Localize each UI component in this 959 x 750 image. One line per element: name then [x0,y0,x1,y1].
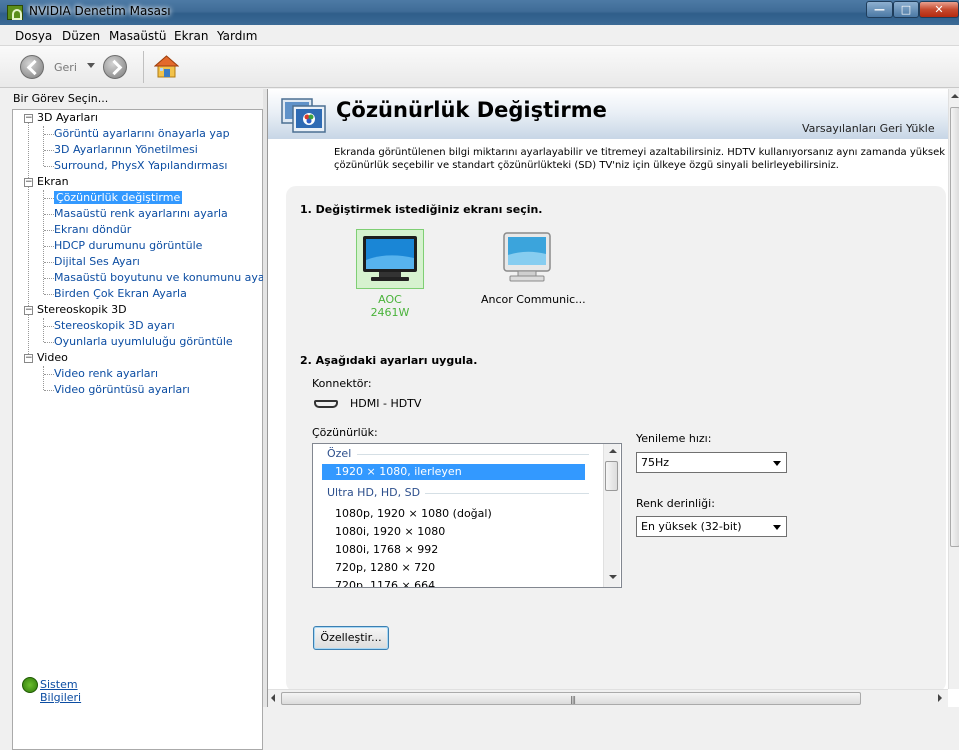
hdmi-icon [314,400,338,408]
tree-item-hdcp-status[interactable]: HDCP durumunu görüntüle [54,238,202,254]
tree-category-video[interactable]: Video [37,350,68,366]
close-button[interactable]: ✕ [919,1,959,18]
collapse-icon[interactable]: − [24,178,33,187]
resolution-list-scrollbar[interactable] [603,444,620,587]
connector-label: Konnektör: [312,377,372,390]
content-vertical-scrollbar[interactable] [948,89,959,689]
back-dropdown-icon[interactable] [87,63,95,68]
chevron-down-icon [773,461,781,466]
monitor-icon [363,236,417,281]
scroll-thumb[interactable]: ||| [281,692,861,705]
scroll-up-icon[interactable] [609,449,617,453]
tree-category-stereoscopic-3d[interactable]: Stereoskopik 3D [37,302,127,318]
tree-item-image-settings-preview[interactable]: Görüntü ayarlarını önayarla yap [54,126,230,142]
toolbar-separator [143,51,144,83]
tree-item-change-resolution[interactable]: Çözünürlük değiştirme [54,190,183,206]
title-bar: NVIDIA Denetim Masası — □ ✕ [0,0,959,25]
display-label-aoc[interactable]: AOC 2461W [360,293,420,319]
scroll-down-icon[interactable] [609,575,617,579]
display-tile-aoc[interactable] [356,229,424,289]
connector-value: HDMI - HDTV [350,397,422,410]
refresh-rate-select[interactable]: 75Hz [636,452,787,473]
menu-masaustu[interactable]: Masaüstü [109,29,166,43]
system-info-label[interactable]: Sistem Bilgileri [40,678,81,704]
tree-item-video-color[interactable]: Video renk ayarları [54,366,158,382]
menu-dosya[interactable]: Dosya [15,29,52,43]
resolution-group-header: Özel [327,447,352,460]
window-title: NVIDIA Denetim Masası [29,4,171,18]
refresh-rate-value: 75Hz [641,456,670,469]
home-button[interactable] [153,54,180,80]
tree-item-multiple-displays[interactable]: Birden Çok Ekran Ayarla [54,286,187,302]
scroll-thumb[interactable] [950,107,959,547]
refresh-rate-label: Yenileme hızı: [636,432,712,445]
tree-item-rotate-display[interactable]: Ekranı döndür [54,222,131,238]
back-label[interactable]: Geri [54,61,77,74]
collapse-icon[interactable]: − [24,354,33,363]
tree-category-display[interactable]: Ekran [37,174,69,190]
monitor-icon [503,232,551,282]
minimize-button[interactable]: — [866,1,893,18]
page-description: Ekranda görüntülenen bilgi miktarını aya… [334,147,946,171]
task-pane: Bir Görev Seçin... − 3D Ayarları Görüntü… [0,89,279,750]
task-pane-title: Bir Görev Seçin... [13,92,109,105]
display-label-ancor[interactable]: Ancor Communic... [481,293,586,306]
scroll-thumb[interactable] [605,461,618,491]
resolution-option[interactable]: 720p, 1176 × 664 [335,578,575,587]
scroll-right-icon[interactable] [938,694,942,702]
display-settings-icon [281,97,327,137]
resolution-group-header: Ultra HD, HD, SD [327,486,421,499]
menu-ekran[interactable]: Ekran [174,29,208,43]
tree-item-stereoscopic-setup[interactable]: Stereoskopik 3D ayarı [54,318,175,334]
maximize-button[interactable]: □ [893,1,919,18]
info-icon [22,677,38,693]
color-depth-select[interactable]: En yüksek (32-bit) [636,516,787,537]
content-pane: Çözünürlük Değiştirme Varsayılanları Ger… [267,89,959,707]
tree-item-manage-3d-settings[interactable]: 3D Ayarlarının Yönetilmesi [54,142,198,158]
tree-category-3d-settings[interactable]: 3D Ayarları [37,110,98,126]
resolution-label: Çözünürlük: [312,426,378,439]
resolution-option[interactable]: 1080p, 1920 × 1080 (doğal) [335,506,575,522]
resolution-option[interactable]: 1080i, 1768 × 992 [335,542,575,558]
nvidia-app-icon [7,5,23,20]
tree-item-desktop-size-position[interactable]: Masaüstü boyutunu ve konumunu ayarla [54,270,279,286]
restore-defaults-link[interactable]: Varsayılanları Geri Yükle [802,122,935,135]
tree-item-game-compatibility[interactable]: Oyunlarla uyumluluğu görüntüle [54,334,233,350]
color-depth-label: Renk derinliği: [636,497,715,510]
resolution-list[interactable]: Özel 1920 × 1080, ilerleyen Ultra HD, HD… [312,443,622,588]
scroll-left-icon[interactable] [271,694,275,702]
forward-button[interactable] [103,55,127,79]
resolution-option-selected[interactable]: 1920 × 1080, ilerleyen [322,464,585,480]
section-1-title: 1. Değiştirmek istediğiniz ekranı seçin. [300,203,543,216]
tree-item-surround-physx[interactable]: Surround, PhysX Yapılandırması [54,158,227,174]
page-title: Çözünürlük Değiştirme [336,98,607,122]
tree-item-digital-audio[interactable]: Dijital Ses Ayarı [54,254,140,270]
tree-item-desktop-color[interactable]: Masaüstü renk ayarlarını ayarla [54,206,228,222]
content-horizontal-scrollbar[interactable]: ||| [268,689,948,707]
color-depth-value: En yüksek (32-bit) [641,520,742,533]
task-tree: − 3D Ayarları Görüntü ayarlarını önayarl… [12,109,279,750]
menu-yardim[interactable]: Yardım [217,29,257,43]
scroll-up-icon[interactable] [951,94,959,98]
home-icon [153,55,180,78]
back-button[interactable] [20,55,44,79]
section-2-title: 2. Aşağıdaki ayarları uygula. [300,354,478,367]
collapse-icon[interactable]: − [24,114,33,123]
toolbar: Geri [0,46,959,88]
display-tile-ancor[interactable] [496,229,566,289]
tree-item-video-image[interactable]: Video görüntüsü ayarları [54,382,190,398]
collapse-icon[interactable]: − [24,306,33,315]
page-header: Çözünürlük Değiştirme Varsayılanları Ger… [268,89,948,139]
resolution-option[interactable]: 720p, 1280 × 720 [335,560,575,576]
settings-panel: 1. Değiştirmek istediğiniz ekranı seçin.… [286,186,946,692]
customize-button[interactable]: Özelleştir... [313,626,389,650]
menu-bar: Dosya Düzen Masaüstü Ekran Yardım [0,25,959,46]
menu-duzen[interactable]: Düzen [62,29,100,43]
resolution-option[interactable]: 1080i, 1920 × 1080 [335,524,575,540]
chevron-down-icon [773,525,781,530]
